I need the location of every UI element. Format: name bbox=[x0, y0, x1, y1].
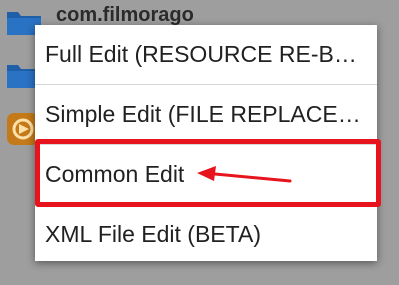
file-row-label: com.filmorago bbox=[56, 4, 194, 26]
menu-item-label: Simple Edit (FILE REPLACEMENT) bbox=[45, 101, 370, 127]
menu-item-xml-file-edit[interactable]: XML File Edit (BETA) bbox=[35, 205, 377, 264]
menu-item-full-edit[interactable]: Full Edit (RESOURCE RE-BUILD) bbox=[35, 25, 377, 84]
menu-item-simple-edit[interactable]: Simple Edit (FILE REPLACEMENT) bbox=[35, 85, 377, 144]
menu-item-label: Full Edit (RESOURCE RE-BUILD) bbox=[45, 41, 370, 67]
menu-item-label: XML File Edit (BETA) bbox=[45, 221, 261, 247]
red-arrow-icon bbox=[197, 166, 292, 183]
